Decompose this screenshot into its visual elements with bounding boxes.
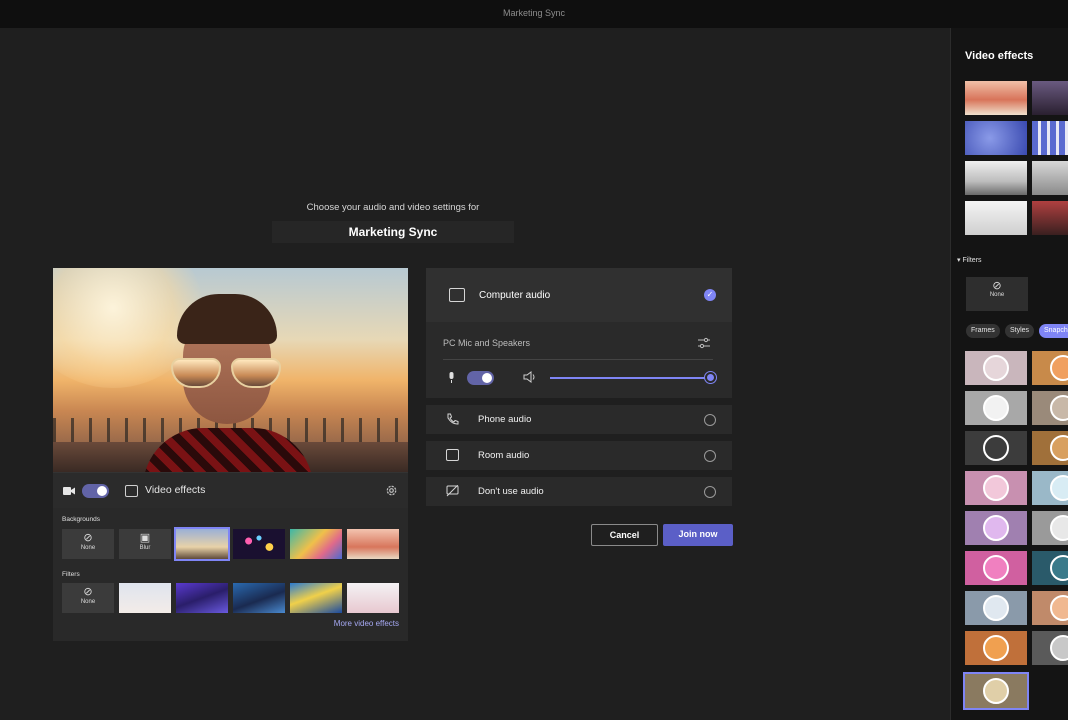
filter-blue-tile[interactable] — [233, 583, 285, 613]
snapchat-lens-tile[interactable] — [1032, 351, 1068, 385]
video-card: Video effects Backgrounds ⊘ None ▣ Blur … — [53, 268, 408, 641]
tab-snapchat[interactable]: Snapchat — [1039, 324, 1068, 338]
effect-background-tile[interactable] — [1032, 81, 1068, 115]
computer-audio-icon — [449, 288, 465, 302]
microphone-toggle[interactable] — [467, 371, 494, 385]
filter-purple-tile[interactable] — [176, 583, 228, 613]
meeting-name: Marketing Sync — [272, 221, 514, 243]
person-silhouette — [143, 294, 313, 472]
snapchat-lens-tile[interactable] — [965, 631, 1027, 665]
phone-icon — [447, 413, 459, 425]
gear-icon[interactable] — [385, 484, 398, 497]
effect-background-tile[interactable] — [1032, 161, 1068, 195]
snapchat-lens-tile[interactable] — [1032, 471, 1068, 505]
effect-background-tile[interactable] — [1032, 121, 1068, 155]
room-audio-radio[interactable] — [704, 450, 716, 462]
speaker-icon — [523, 371, 535, 383]
snapchat-lens-tile[interactable] — [1032, 391, 1068, 425]
tab-frames[interactable]: Frames — [966, 324, 1000, 338]
filter-none-tile[interactable]: ⊘ None — [62, 583, 114, 613]
volume-slider-thumb[interactable] — [704, 371, 717, 384]
none-icon: ⊘ — [992, 280, 1002, 292]
video-controls-bar: Video effects — [53, 472, 408, 508]
computer-audio-option[interactable]: Computer audio ✓ — [426, 268, 732, 322]
more-video-effects-link[interactable]: More video effects — [334, 619, 399, 628]
effect-background-tile[interactable] — [965, 121, 1027, 155]
background-room-tile[interactable] — [347, 529, 399, 559]
video-effects-button[interactable]: Video effects — [145, 484, 205, 496]
snapchat-lens-tile[interactable] — [965, 511, 1027, 545]
effect-background-tile[interactable] — [965, 201, 1027, 235]
room-audio-option[interactable]: Room audio — [426, 441, 732, 470]
filter-light-tile[interactable] — [347, 583, 399, 613]
snapchat-lens-tile[interactable] — [965, 551, 1027, 585]
filter-none-tile[interactable]: ⊘ None — [966, 277, 1028, 311]
cancel-button[interactable]: Cancel — [591, 524, 658, 546]
background-abstract-tile[interactable] — [290, 529, 342, 559]
effect-background-tile[interactable] — [965, 161, 1027, 195]
tab-styles[interactable]: Styles — [1005, 324, 1035, 338]
no-audio-radio[interactable] — [704, 486, 716, 498]
prejoin-prompt: Choose your audio and video settings for — [306, 202, 480, 213]
no-audio-option[interactable]: Don't use audio — [426, 477, 732, 506]
phone-audio-radio[interactable] — [704, 414, 716, 426]
snapchat-lens-tile[interactable] — [1032, 511, 1068, 545]
blur-icon: ▣ — [139, 532, 151, 544]
snapchat-lens-tile[interactable] — [965, 431, 1027, 465]
camera-preview — [53, 268, 408, 472]
video-effects-icon — [125, 485, 138, 497]
snapchat-lens-tile[interactable] — [965, 471, 1027, 505]
backgrounds-label: Backgrounds — [62, 516, 100, 523]
no-audio-icon — [446, 485, 459, 497]
snapchat-lens-tile-selected[interactable] — [963, 672, 1029, 710]
join-now-button[interactable]: Join now — [663, 524, 733, 546]
snapchat-lens-tile[interactable] — [1032, 591, 1068, 625]
snapchat-lens-tile[interactable] — [1032, 551, 1068, 585]
snapchat-lens-tile[interactable] — [965, 591, 1027, 625]
divider — [443, 359, 713, 360]
filter-soft-tile[interactable] — [119, 583, 171, 613]
camera-icon — [63, 487, 75, 495]
background-none-tile[interactable]: ⊘ None — [62, 529, 114, 559]
effects-panel-title: Video effects — [965, 50, 1034, 62]
filter-wave-tile[interactable] — [290, 583, 342, 613]
prejoin-area: Choose your audio and video settings for… — [0, 28, 950, 720]
microphone-icon — [449, 372, 454, 383]
title-bar: Marketing Sync — [0, 0, 1068, 28]
volume-slider-track[interactable] — [550, 377, 710, 379]
none-icon: ⊘ — [83, 532, 93, 544]
camera-toggle[interactable] — [82, 484, 109, 498]
filters-section-toggle[interactable]: ▾ Filters — [957, 256, 982, 264]
device-settings-icon[interactable] — [698, 337, 710, 349]
snapchat-lens-tile[interactable] — [1032, 431, 1068, 465]
room-icon — [446, 449, 459, 461]
snapchat-lens-tile[interactable] — [965, 391, 1027, 425]
computer-audio-label: Computer audio — [479, 290, 551, 301]
audio-device-label: PC Mic and Speakers — [443, 338, 531, 348]
snapchat-lens-tile[interactable] — [1032, 631, 1068, 665]
effect-background-tile[interactable] — [965, 81, 1027, 115]
video-effects-panel: Video effects ▾ Filters ⊘ None Frames St… — [950, 28, 1068, 720]
none-icon: ⊘ — [83, 586, 93, 598]
filters-label: Filters — [62, 571, 80, 578]
window-title: Marketing Sync — [502, 8, 566, 18]
phone-audio-option[interactable]: Phone audio — [426, 405, 732, 434]
selected-check-icon: ✓ — [704, 289, 716, 301]
audio-panel: Computer audio ✓ PC Mic and Speakers — [426, 268, 732, 398]
background-beach-tile[interactable] — [174, 527, 230, 561]
snapchat-lens-tile[interactable] — [965, 351, 1027, 385]
background-blur-tile[interactable]: ▣ Blur — [119, 529, 171, 559]
background-lights-tile[interactable] — [233, 529, 285, 559]
effect-background-tile[interactable] — [1032, 201, 1068, 235]
